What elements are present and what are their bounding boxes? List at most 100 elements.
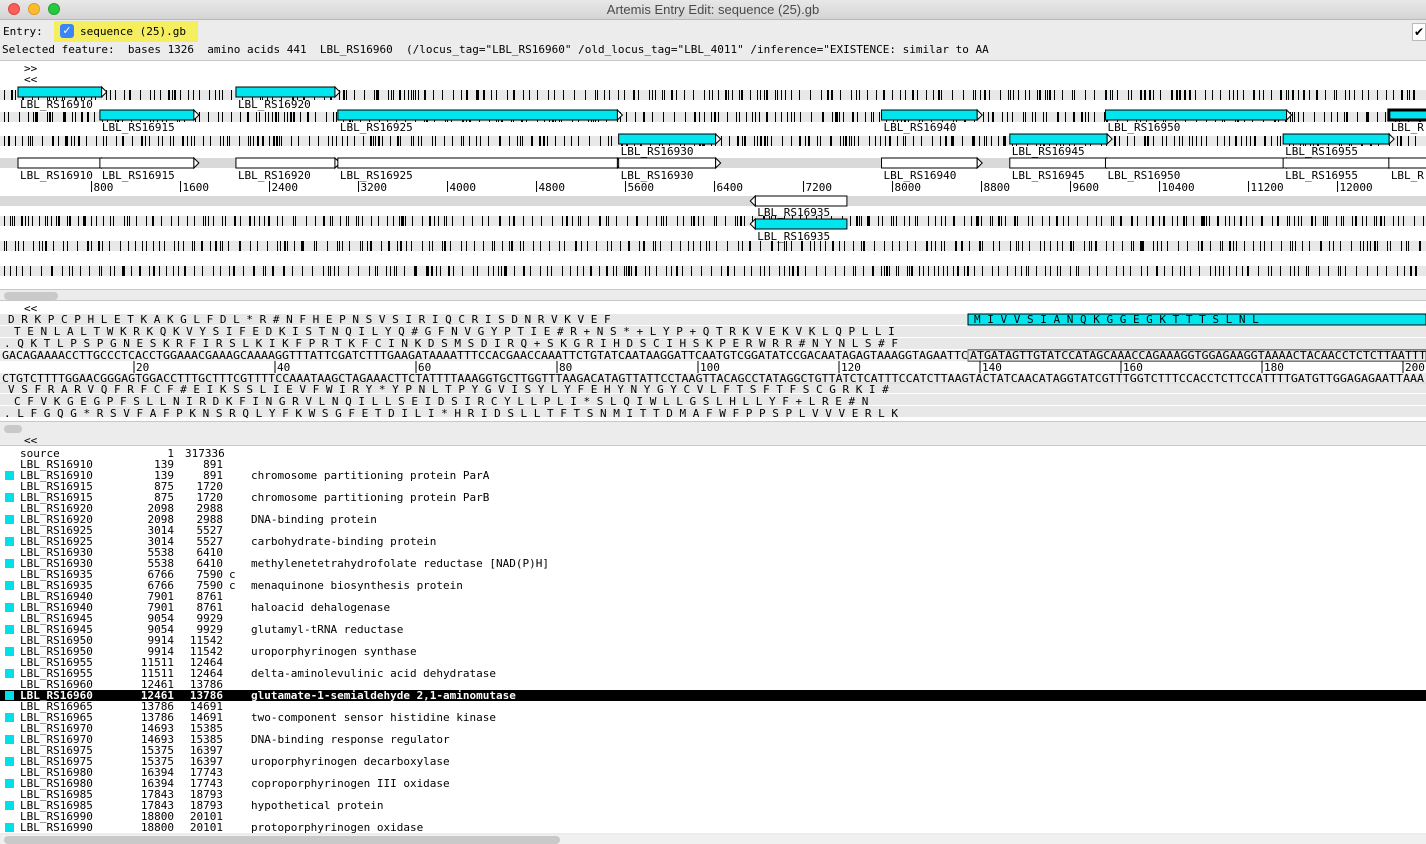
stop-codon-tick [974, 266, 975, 276]
gene-feature[interactable]: LBL_RS16950 [1104, 156, 1293, 182]
gene-feature[interactable]: LBL_RS16945 [1009, 156, 1113, 182]
stop-codon-tick [433, 90, 434, 100]
stop-codon-tick [941, 241, 942, 251]
gene-feature[interactable]: LBL_RS16930 [618, 156, 722, 182]
sequence-scrollbar[interactable] [4, 425, 22, 433]
stop-codon-tick [213, 216, 214, 226]
stop-codon-tick [199, 90, 200, 100]
stop-codon-tick [620, 241, 621, 251]
feature-color-swatch [5, 625, 14, 634]
cds-box [1282, 133, 1390, 145]
stop-codon-tick [202, 266, 203, 276]
stop-codon-tick [411, 241, 412, 251]
stop-codon-tick [741, 90, 743, 100]
stop-codon-tick [1246, 216, 1247, 226]
entry-bar: Entry: [0, 20, 1426, 43]
entry-label: Entry: [3, 25, 43, 38]
stop-codon-tick [178, 241, 179, 251]
stop-codon-tick [122, 136, 124, 146]
sequence-canvas[interactable]: <<D R K P C P H L E T K A K G L F D L * … [0, 301, 1426, 422]
stop-codon-tick [292, 266, 293, 276]
stop-codon-tick [1329, 241, 1330, 251]
stop-codon-tick [53, 241, 54, 251]
stop-codon-tick [892, 90, 893, 100]
stop-codon-tick [1106, 241, 1107, 251]
stop-codon-tick [1178, 241, 1179, 251]
stop-codon-tick [597, 90, 598, 100]
stop-codon-tick [461, 241, 462, 251]
stop-codon-tick [400, 241, 402, 251]
feature-list-panel[interactable]: source 1 317336 LBL_RS16910 139 891 LBL_RS1691… [0, 445, 1426, 833]
stop-codon-tick [1331, 112, 1332, 122]
stop-codon-tick [941, 216, 942, 226]
stop-codon-tick [718, 90, 719, 100]
stop-codon-tick [865, 112, 866, 122]
stop-codon-tick [15, 241, 16, 251]
stop-codon-tick [1324, 112, 1325, 122]
stop-codon-tick [1280, 136, 1281, 146]
stop-codon-tick [1179, 90, 1181, 100]
stop-codon-tick [998, 136, 999, 146]
stop-codon-tick [552, 216, 553, 226]
stop-codon-tick [229, 266, 230, 276]
feature-row[interactable]: LBL_RS16990 18800 20101 protoporphyrinogen … [0, 822, 1426, 833]
stop-codon-tick [434, 216, 435, 226]
overview-scrollbar[interactable] [4, 292, 58, 300]
stop-codon-tick [158, 136, 159, 146]
stop-codon-tick [199, 112, 200, 122]
right-checkbox[interactable]: ✔ [1412, 23, 1426, 41]
stop-codon-tick [413, 136, 414, 146]
feature-strand: c [229, 579, 236, 592]
stop-codon-tick [160, 90, 161, 100]
feature-product: chromosome partitioning protein ParB [251, 491, 490, 504]
stop-codon-tick [1409, 90, 1410, 100]
stop-codon-tick [1294, 216, 1295, 226]
stop-codon-tick [1164, 266, 1165, 276]
gene-feature[interactable]: LBL_RS16915 [99, 156, 200, 182]
stop-codon-tick [67, 241, 68, 251]
gene-feature[interactable]: LBL_R [1388, 157, 1426, 182]
entry-checkbox[interactable]: ✓ [60, 24, 74, 38]
gene-feature[interactable]: LBL_RS16925 [337, 156, 624, 182]
stop-codon-tick [1003, 136, 1005, 146]
stop-codon-tick [639, 241, 640, 251]
feature-list-scrollbar[interactable] [4, 836, 560, 844]
feature-list-hscroll-track[interactable] [0, 835, 1426, 844]
cds-feature[interactable]: LBL_R [1387, 108, 1426, 134]
stop-codon-tick [674, 112, 675, 122]
overview-canvas[interactable]: >><<LBL_RS16910LBL_RS16915LBL_RS16920LBL… [0, 61, 1426, 290]
reverse-cds-feature[interactable]: LBL_RS16935 [749, 217, 848, 243]
stop-codon-tick [1236, 266, 1237, 276]
stop-codon-tick [1287, 216, 1288, 226]
feature-product: two-component sensor histidine kinase [251, 711, 497, 724]
stop-codon-tick [269, 136, 270, 146]
stop-codon-tick [760, 266, 761, 276]
stop-codon-tick [174, 241, 175, 251]
gene-feature[interactable]: LBL_RS16920 [235, 156, 341, 182]
stop-codon-tick [903, 136, 904, 146]
stop-codon-tick [8, 136, 10, 146]
stop-codon-tick [1397, 266, 1398, 276]
stop-codon-tick [944, 241, 945, 251]
gene-feature[interactable]: LBL_RS16910 [17, 156, 108, 182]
stop-codon-tick [1360, 241, 1361, 251]
sequence-view-panel[interactable]: << D R K P C P H L E T K A K G L F D L * … [0, 300, 1426, 422]
stop-codon-tick [41, 266, 42, 276]
gene-feature[interactable]: LBL_RS16940 [881, 156, 983, 182]
feature-overview-panel[interactable]: >> << LBL_RS16910 LBL_RS16915 LBL_RS16920 LBL… [0, 60, 1426, 290]
stop-codon-tick [635, 266, 637, 276]
stop-codon-tick [370, 136, 372, 146]
stop-codon-tick [1149, 90, 1151, 100]
stop-codon-tick [1160, 90, 1161, 100]
stop-codon-tick [231, 112, 232, 122]
gene-feature[interactable]: LBL_RS16955 [1282, 156, 1395, 182]
stop-codon-tick [853, 266, 854, 276]
stop-codon-tick [727, 241, 728, 251]
reverse-gene-feature[interactable]: LBL_RS16935 [749, 194, 848, 219]
stop-codon-tick [463, 216, 464, 226]
stop-codon-tick [1032, 216, 1033, 226]
stop-codon-tick [1233, 90, 1234, 100]
stop-codon-tick [62, 266, 63, 276]
stop-codon-tick [1316, 90, 1318, 100]
stop-codon-tick [1374, 216, 1375, 226]
